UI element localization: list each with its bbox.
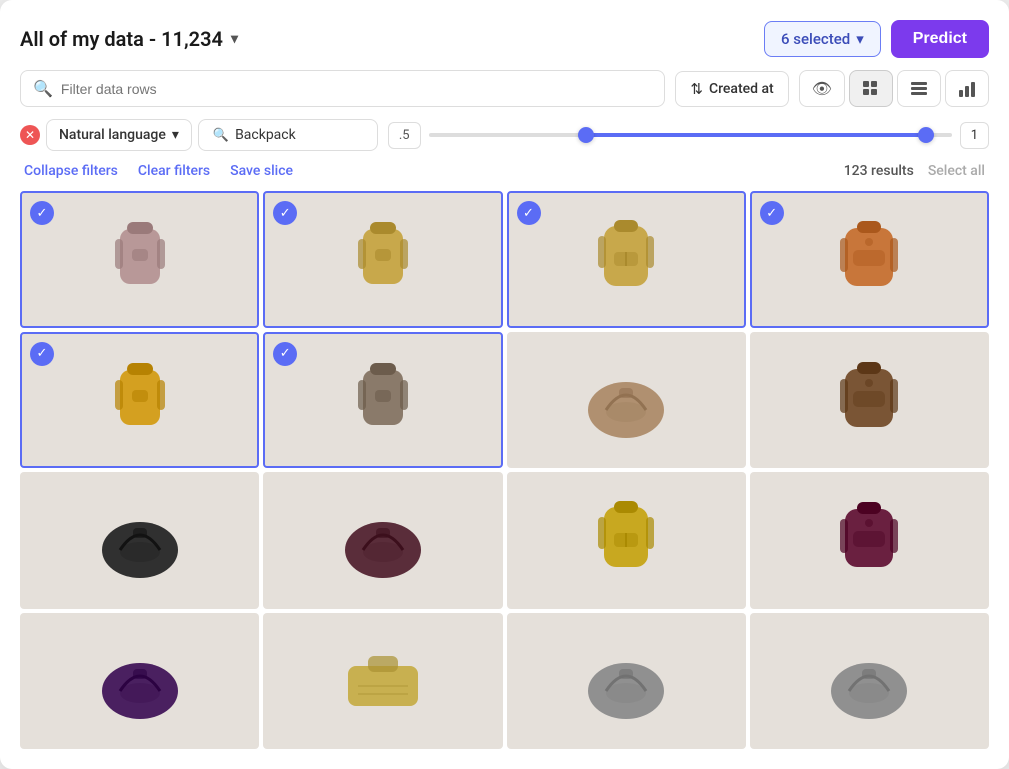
- grid-item[interactable]: [507, 613, 746, 750]
- header-right: 6 selected ▾ Predict: [764, 20, 989, 58]
- grid-item[interactable]: [263, 472, 502, 609]
- grid-item[interactable]: ✓: [263, 332, 502, 469]
- grid-item[interactable]: [750, 613, 989, 750]
- select-all-button[interactable]: Select all: [928, 163, 985, 179]
- check-badge: ✓: [760, 201, 784, 225]
- range-thumb-right[interactable]: [918, 127, 934, 143]
- view-buttons: 👁: [799, 70, 989, 107]
- sort-icon: ⇅: [690, 80, 703, 98]
- list-view-button[interactable]: [897, 70, 941, 107]
- grid-item[interactable]: ✓: [20, 332, 259, 469]
- results-row: Collapse filters Clear filters Save slic…: [20, 163, 989, 179]
- range-slider[interactable]: [429, 133, 952, 137]
- header-row: All of my data - 11,234 ▾ 6 selected ▾ P…: [20, 20, 989, 58]
- chart-view-button[interactable]: [945, 70, 989, 107]
- results-actions: 123 results Select all: [844, 163, 985, 179]
- check-badge: ✓: [30, 342, 54, 366]
- filter-type-text: Natural language: [59, 127, 166, 143]
- check-badge: ✓: [517, 201, 541, 225]
- sort-label: Created at: [709, 81, 774, 97]
- search-input-wrap[interactable]: 🔍: [20, 70, 665, 107]
- dataset-title-text: All of my data - 11,234: [20, 27, 223, 51]
- grid-item[interactable]: ✓: [20, 191, 259, 328]
- app-container: All of my data - 11,234 ▾ 6 selected ▾ P…: [0, 0, 1009, 769]
- range-section: .5 1: [388, 122, 989, 149]
- range-fill: [586, 133, 926, 137]
- grid-icon: [862, 80, 880, 98]
- selected-badge[interactable]: 6 selected ▾: [764, 21, 881, 57]
- grid-item[interactable]: [507, 332, 746, 469]
- filter-actions: Collapse filters Clear filters Save slic…: [24, 163, 293, 179]
- remove-filter-button[interactable]: ✕: [20, 125, 40, 145]
- grid-item[interactable]: [20, 613, 259, 750]
- grid-view-button[interactable]: [849, 70, 893, 107]
- dataset-chevron-icon[interactable]: ▾: [231, 31, 238, 47]
- filter-value-input[interactable]: 🔍 Backpack: [198, 119, 378, 151]
- selected-chevron-icon: ▾: [856, 30, 864, 48]
- list-icon: [910, 80, 928, 98]
- search-icon: 🔍: [33, 79, 53, 98]
- collapse-filters-link[interactable]: Collapse filters: [24, 163, 118, 179]
- sort-button[interactable]: ⇅ Created at: [675, 71, 788, 107]
- range-min-label: .5: [388, 122, 421, 149]
- grid-item[interactable]: ✓: [507, 191, 746, 328]
- filter-tag: ✕ Natural language ▾ 🔍 Backpack: [20, 119, 378, 151]
- grid-item[interactable]: [263, 613, 502, 750]
- filter-search-icon: 🔍: [213, 128, 229, 143]
- selected-count-text: 6 selected: [781, 30, 850, 48]
- predict-button[interactable]: Predict: [891, 20, 989, 58]
- visibility-button[interactable]: 👁: [799, 70, 845, 107]
- grid-item[interactable]: [750, 472, 989, 609]
- grid-item[interactable]: [750, 332, 989, 469]
- dataset-title[interactable]: All of my data - 11,234 ▾: [20, 27, 238, 51]
- grid-item[interactable]: [507, 472, 746, 609]
- results-count: 123 results: [844, 163, 914, 179]
- filter-type-chevron-icon: ▾: [172, 127, 179, 143]
- save-slice-link[interactable]: Save slice: [230, 163, 293, 179]
- grid-item[interactable]: [20, 472, 259, 609]
- grid-item[interactable]: ✓: [750, 191, 989, 328]
- range-max-label: 1: [960, 122, 989, 149]
- check-badge: ✓: [30, 201, 54, 225]
- search-input[interactable]: [61, 81, 652, 97]
- range-thumb-left[interactable]: [578, 127, 594, 143]
- filter-value-text: Backpack: [235, 127, 296, 143]
- chart-icon: [958, 80, 976, 98]
- filter-type-select[interactable]: Natural language ▾: [46, 119, 192, 151]
- check-badge: ✓: [273, 342, 297, 366]
- filter-row: 🔍 ⇅ Created at 👁: [20, 70, 989, 107]
- image-grid: ✓ ✓ ✓ ✓ ✓: [20, 191, 989, 749]
- grid-item[interactable]: ✓: [263, 191, 502, 328]
- filter-tags-row: ✕ Natural language ▾ 🔍 Backpack .5 1: [20, 119, 989, 151]
- clear-filters-link[interactable]: Clear filters: [138, 163, 210, 179]
